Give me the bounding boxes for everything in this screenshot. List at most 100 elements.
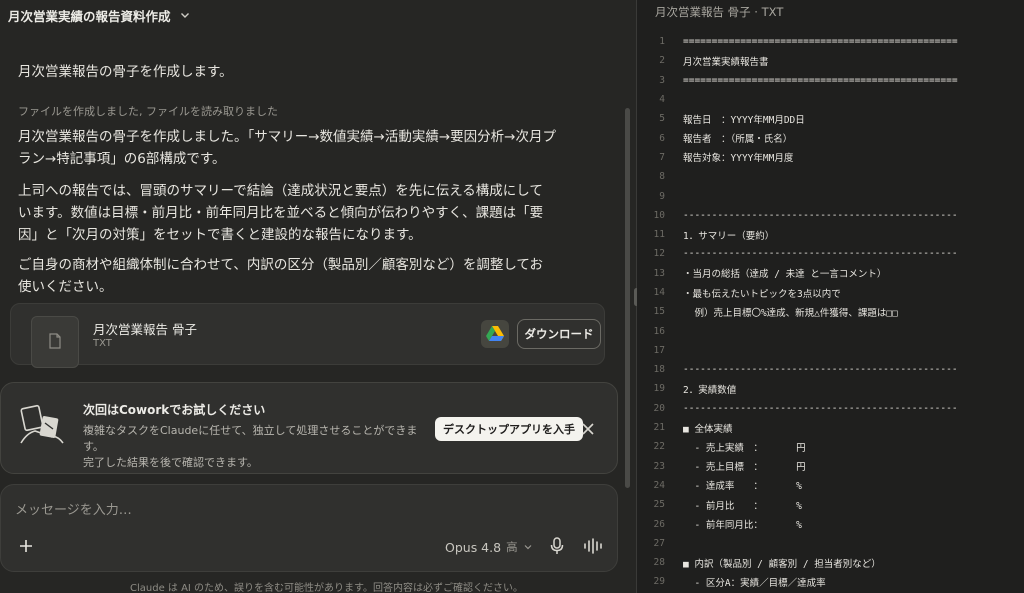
paragraph-line: 使いください。 bbox=[18, 279, 113, 295]
document-preview-panel: 月次営業報告 骨子 · TXT 1 =======================… bbox=[637, 0, 1024, 593]
google-drive-button[interactable] bbox=[481, 320, 509, 348]
line-text: ----------------------------------------… bbox=[683, 364, 958, 376]
code-line: 26 - 前年同月比： % bbox=[637, 514, 1024, 533]
line-text: ----------------------------------------… bbox=[683, 402, 958, 414]
assistant-paragraph-2: 上司への報告では、冒頭のサマリーで結論（達成状況と要点）を先に伝える構成にして … bbox=[18, 180, 578, 246]
line-number: 14 bbox=[653, 287, 665, 298]
line-number: 2 bbox=[659, 55, 665, 67]
line-number: 20 bbox=[653, 402, 665, 414]
file-attachment-card[interactable]: 月次営業報告 骨子 TXT ダウンロード bbox=[10, 303, 605, 368]
line-number: 16 bbox=[653, 325, 665, 337]
line-number: 1 bbox=[659, 36, 665, 48]
code-line: 9 bbox=[637, 186, 1024, 205]
line-number: 23 bbox=[653, 460, 665, 472]
line-number: 29 bbox=[653, 576, 665, 588]
paragraph-line: 月次営業報告の骨子を作成しました。「サマリー→数値実績→活動実績→要因分析→次月… bbox=[18, 129, 556, 145]
line-text: - 達成率 ： % bbox=[683, 481, 802, 493]
line-text: - 売上実績 ： 円 bbox=[683, 442, 806, 454]
code-line: 10 --------------------------------------… bbox=[637, 206, 1024, 225]
chevron-down-icon bbox=[524, 545, 531, 550]
line-number: 5 bbox=[659, 113, 665, 125]
ai-disclaimer: Claude は AI のため、誤りを含む可能性があります。回答内容は必ずご確認… bbox=[130, 583, 524, 593]
chat-scrollbar[interactable] bbox=[625, 108, 630, 488]
conversation-title: 月次営業実績の報告資料作成 bbox=[8, 8, 171, 24]
line-text: 報告者 ：（所属・氏名） bbox=[683, 134, 793, 146]
line-text: 2．実績数値 bbox=[683, 384, 737, 396]
code-line: 24 - 達成率 ： % bbox=[637, 476, 1024, 495]
line-number: 9 bbox=[659, 190, 665, 202]
plus-icon[interactable] bbox=[17, 537, 35, 555]
get-desktop-app-button[interactable]: デスクトップアプリを入手 bbox=[435, 417, 583, 441]
line-number: 18 bbox=[653, 364, 665, 376]
microphone-icon[interactable] bbox=[549, 537, 565, 555]
document-icon bbox=[31, 316, 79, 368]
code-line: 25 - 前月比 ： % bbox=[637, 495, 1024, 514]
line-number: 27 bbox=[653, 537, 665, 549]
line-number: 17 bbox=[653, 344, 665, 356]
cowork-promo-banner: 次回はCoworkでお試しください 複雑なタスクをClaudeに任せて、独立して… bbox=[0, 382, 618, 474]
line-text: - 区分A：実績／目標／達成率 bbox=[683, 577, 826, 589]
line-number: 25 bbox=[653, 499, 665, 511]
code-line: 4 bbox=[637, 90, 1024, 109]
code-line: 7 報告対象：YYYY年MM月度 bbox=[637, 148, 1024, 167]
code-line: 21 ■ 全体実績 bbox=[637, 418, 1024, 437]
cowork-title: 次回はCoworkでお試しください bbox=[83, 403, 266, 417]
paragraph-line: ご自身の商材や組織体制に合わせて、内訳の区分（製品別／顧客別など）を調整してお bbox=[18, 257, 544, 273]
line-text: ■ 内訳（製品別 / 顧客別 / 担当者別など） bbox=[683, 558, 881, 570]
line-number: 4 bbox=[659, 94, 665, 106]
file-name: 月次営業報告 骨子 bbox=[93, 322, 197, 337]
code-line: 14 ・最も伝えたいトピックを3点以内で bbox=[637, 283, 1024, 302]
message-input[interactable] bbox=[15, 503, 575, 518]
tool-status-line[interactable]: ファイルを作成しました, ファイルを読み取りました bbox=[18, 103, 278, 119]
voice-mode-icon[interactable] bbox=[583, 537, 603, 555]
code-line: 23 - 売上目標 ： 円 bbox=[637, 457, 1024, 476]
line-number: 19 bbox=[653, 383, 665, 395]
code-line: 29 - 区分A：実績／目標／達成率 bbox=[637, 572, 1024, 591]
paragraph-line: 因」と「次月の対策」をセットで書くと建設的な報告になります。 bbox=[18, 227, 422, 243]
model-selector[interactable]: Opus 4.8 高 bbox=[445, 539, 533, 555]
assistant-paragraph-1: 月次営業報告の骨子を作成しました。「サマリー→数値実績→活動実績→要因分析→次月… bbox=[18, 126, 578, 170]
cowork-desc-line: 複雑なタスクをClaudeに任せて、独立して処理させることができます。 bbox=[83, 424, 418, 453]
line-number: 28 bbox=[653, 557, 665, 569]
line-text: ----------------------------------------… bbox=[683, 248, 958, 260]
close-icon[interactable] bbox=[579, 420, 597, 438]
line-text: ・最も伝えたいトピックを3点以内で bbox=[683, 288, 841, 300]
line-text: ========================================… bbox=[683, 36, 958, 48]
line-text: - 売上目標 ： 円 bbox=[683, 462, 806, 474]
paragraph-line: います。数値は目標・前月比・前年同月比を並べると傾向が伝わりやすく、課題は「要 bbox=[18, 205, 544, 221]
assistant-paragraph-3: ご自身の商材や組織体制に合わせて、内訳の区分（製品別／顧客別など）を調整してお … bbox=[18, 254, 578, 298]
conversation-title-button[interactable]: 月次営業実績の報告資料作成 bbox=[8, 4, 191, 26]
code-line: 28 ■ 内訳（製品別 / 顧客別 / 担当者別など） bbox=[637, 553, 1024, 572]
cowork-description: 複雑なタスクをClaudeに任せて、独立して処理させることができます。 完了した… bbox=[83, 423, 423, 471]
message-composer: Opus 4.8 高 bbox=[0, 484, 618, 572]
code-line: 8 bbox=[637, 167, 1024, 186]
line-number: 6 bbox=[659, 132, 665, 144]
line-number: 26 bbox=[653, 518, 665, 530]
download-button[interactable]: ダウンロード bbox=[517, 319, 601, 349]
line-text: 報告対象：YYYY年MM月度 bbox=[683, 153, 794, 165]
document-title: 月次営業報告 骨子 · TXT bbox=[655, 5, 784, 19]
line-number: 24 bbox=[653, 479, 665, 491]
line-text: ・当月の総括（達成 / 未達 と一言コメント） bbox=[683, 269, 887, 281]
chevron-down-icon bbox=[180, 13, 189, 18]
cowork-desc-line: 完了した結果を後で確認できます。 bbox=[83, 456, 258, 469]
chat-panel: 月次営業実績の報告資料作成 月次営業報告の骨子を作成します。 ファイルを作成しま… bbox=[0, 0, 636, 593]
file-type: TXT bbox=[93, 338, 112, 349]
line-number: 10 bbox=[653, 209, 665, 221]
line-number: 12 bbox=[653, 248, 665, 260]
code-line: 20 --------------------------------------… bbox=[637, 399, 1024, 418]
line-number: 21 bbox=[653, 422, 665, 434]
assistant-intro-text: 月次営業報告の骨子を作成します。 bbox=[18, 64, 233, 80]
line-number: 3 bbox=[659, 74, 665, 86]
hands-illustration-icon bbox=[20, 404, 64, 444]
code-line: 12 --------------------------------------… bbox=[637, 244, 1024, 263]
line-number: 11 bbox=[653, 229, 665, 241]
line-text: ========================================… bbox=[683, 74, 958, 86]
line-text: 月次営業実績報告書 bbox=[683, 56, 769, 68]
code-line: 2 月次営業実績報告書 bbox=[637, 51, 1024, 70]
line-text: - 前年同月比： % bbox=[683, 520, 802, 532]
line-number: 13 bbox=[653, 267, 665, 279]
line-number: 15 bbox=[653, 306, 665, 318]
code-line: 5 報告日 ：YYYY年MM月DD日 bbox=[637, 109, 1024, 128]
code-line: 3 =======================================… bbox=[637, 71, 1024, 90]
